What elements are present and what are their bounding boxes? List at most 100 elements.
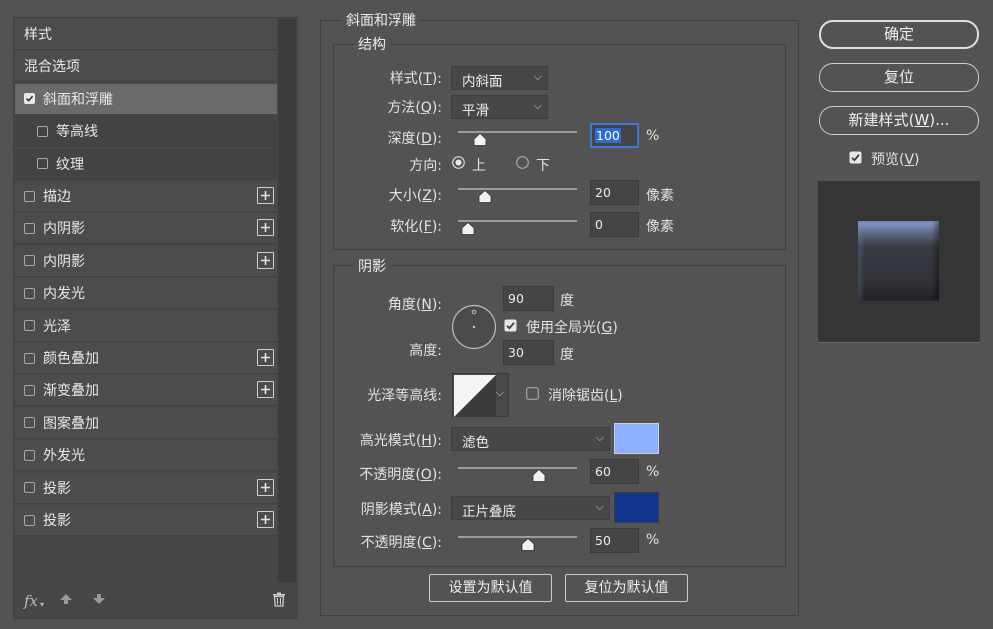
style-list-panel: 样式 混合选项 斜面和浮雕 等高线 纹理 描边 内阴影 内阴影 内发光 光泽 颜色叠加 渐变叠加 图案叠… <box>13 17 298 619</box>
style-checkbox[interactable] <box>24 320 35 332</box>
technique-dropdown[interactable]: 平滑 ⌵ <box>451 95 548 119</box>
style-checkbox[interactable] <box>24 93 35 105</box>
style-list-item[interactable]: 渐变叠加 <box>15 375 277 407</box>
reset-default-button[interactable]: 复位为默认值 <box>565 574 688 602</box>
angle-input[interactable]: 90 <box>503 286 554 311</box>
size-input[interactable]: 20 <box>590 180 639 205</box>
style-checkbox[interactable] <box>24 222 35 234</box>
style-list-scrollbar[interactable] <box>278 19 296 582</box>
style-checkbox[interactable] <box>37 125 48 137</box>
style-checkbox[interactable] <box>24 482 35 494</box>
bevel-style-dropdown[interactable]: 内斜面 ⌵ <box>451 66 548 90</box>
style-item-label: 混合选项 <box>24 59 80 76</box>
shadow-mode-dropdown[interactable]: 正片叠底 ⌵ <box>451 496 610 520</box>
gloss-contour-picker[interactable]: ⌵ <box>452 373 509 417</box>
highlight-color-swatch[interactable] <box>614 423 659 454</box>
ok-button[interactable]: 确定 <box>819 20 979 49</box>
depth-unit: % <box>646 128 660 144</box>
reset-button[interactable]: 复位 <box>819 63 979 92</box>
depth-input[interactable]: 100 <box>590 123 639 148</box>
shadow-color-swatch[interactable] <box>614 492 659 523</box>
anti-aliased-checkbox[interactable] <box>526 387 539 404</box>
style-item-label: 斜面和浮雕 <box>43 91 113 108</box>
style-checkbox[interactable] <box>24 514 35 526</box>
style-checkbox[interactable] <box>24 449 35 461</box>
new-style-button[interactable]: 新建样式(W)... <box>819 106 979 135</box>
style-list-item[interactable]: 投影 <box>15 505 277 536</box>
style-checkbox[interactable] <box>24 255 35 267</box>
style-list-item[interactable]: 斜面和浮雕 <box>15 83 277 115</box>
style-checkbox[interactable] <box>24 352 35 364</box>
soften-input[interactable]: 0 <box>590 212 639 237</box>
fx-button[interactable]: fx <box>24 592 38 610</box>
style-list-item[interactable]: 光泽 <box>15 310 277 342</box>
chevron-down-icon: ⌵ <box>533 99 542 112</box>
shadow-opacity-input[interactable]: 50 <box>590 528 639 553</box>
size-slider-track[interactable] <box>458 188 577 190</box>
altitude-input[interactable]: 30 <box>503 340 554 365</box>
technique-label: 方法(Q): <box>387 100 442 116</box>
move-down-icon[interactable] <box>92 592 106 610</box>
style-list-item[interactable]: 内阴影 <box>15 213 277 245</box>
highlight-opacity-input[interactable]: 60 <box>590 459 639 484</box>
style-list-item[interactable]: 颜色叠加 <box>15 343 277 374</box>
chevron-down-icon: ⌵ <box>595 431 604 444</box>
contour-preview-icon <box>454 375 496 417</box>
direction-label: 方向: <box>409 158 442 174</box>
add-effect-icon[interactable] <box>257 381 274 399</box>
style-list-item[interactable]: 纹理 <box>15 148 277 180</box>
style-checkbox[interactable] <box>24 287 35 299</box>
preview-label: 预览(V) <box>871 152 920 168</box>
add-effect-icon[interactable] <box>257 251 274 269</box>
shadow-opacity-unit: % <box>646 532 660 548</box>
gloss-contour-label: 光泽等高线: <box>367 388 442 404</box>
move-up-icon[interactable] <box>59 592 73 610</box>
altitude-unit: 度 <box>560 347 574 363</box>
direction-up-radio[interactable] <box>452 156 465 173</box>
style-item-label: 外发光 <box>43 448 85 465</box>
style-item-label: 等高线 <box>56 124 98 141</box>
style-checkbox[interactable] <box>24 417 35 429</box>
style-list-item[interactable]: 内阴影 <box>15 245 277 277</box>
style-checkbox[interactable] <box>24 384 35 396</box>
direction-down-radio[interactable] <box>516 156 529 173</box>
add-effect-icon[interactable] <box>257 219 274 237</box>
direction-down-label: 下 <box>536 158 550 174</box>
shadow-opacity-track[interactable] <box>458 536 577 538</box>
style-list-item[interactable]: 内发光 <box>15 278 277 310</box>
size-unit: 像素 <box>646 188 674 204</box>
style-list-item[interactable]: 外发光 <box>15 440 277 472</box>
style-list-item[interactable]: 描边 <box>15 181 277 212</box>
add-effect-icon[interactable] <box>257 187 274 204</box>
add-effect-icon[interactable] <box>257 511 274 528</box>
highlight-opacity-track[interactable] <box>458 467 577 469</box>
trash-icon[interactable] <box>272 592 286 611</box>
style-item-label: 样式 <box>24 27 52 43</box>
style-item-label: 内阴影 <box>43 253 85 270</box>
add-effect-icon[interactable] <box>257 478 274 496</box>
soften-unit: 像素 <box>646 219 674 235</box>
style-item-label: 渐变叠加 <box>43 383 99 400</box>
style-list-item[interactable]: 投影 <box>15 472 277 504</box>
style-list-item[interactable]: 图案叠加 <box>15 407 277 439</box>
global-light-checkbox[interactable] <box>504 319 517 336</box>
add-effect-icon[interactable] <box>257 349 274 366</box>
style-item-label: 光泽 <box>43 318 71 335</box>
soften-slider-track[interactable] <box>458 220 577 222</box>
depth-label: 深度(D): <box>387 131 442 147</box>
make-default-button[interactable]: 设置为默认值 <box>429 574 552 602</box>
style-checkbox[interactable] <box>37 158 48 170</box>
preview-checkbox[interactable] <box>849 151 862 168</box>
style-list-item[interactable]: 混合选项 <box>15 51 277 83</box>
style-checkbox[interactable] <box>24 190 35 202</box>
structure-title: 结构 <box>354 34 390 54</box>
style-item-label: 投影 <box>43 513 71 529</box>
style-list-item[interactable]: 样式 <box>15 19 277 50</box>
angle-dial[interactable] <box>451 304 497 354</box>
chevron-down-icon: ⌵ <box>595 500 604 513</box>
bevel-emboss-title: 斜面和浮雕 <box>342 10 420 30</box>
style-list-item[interactable]: 等高线 <box>15 116 277 148</box>
style-item-label: 颜色叠加 <box>43 351 99 367</box>
highlight-mode-dropdown[interactable]: 滤色 ⌵ <box>451 427 610 451</box>
style-item-label: 投影 <box>43 480 71 497</box>
